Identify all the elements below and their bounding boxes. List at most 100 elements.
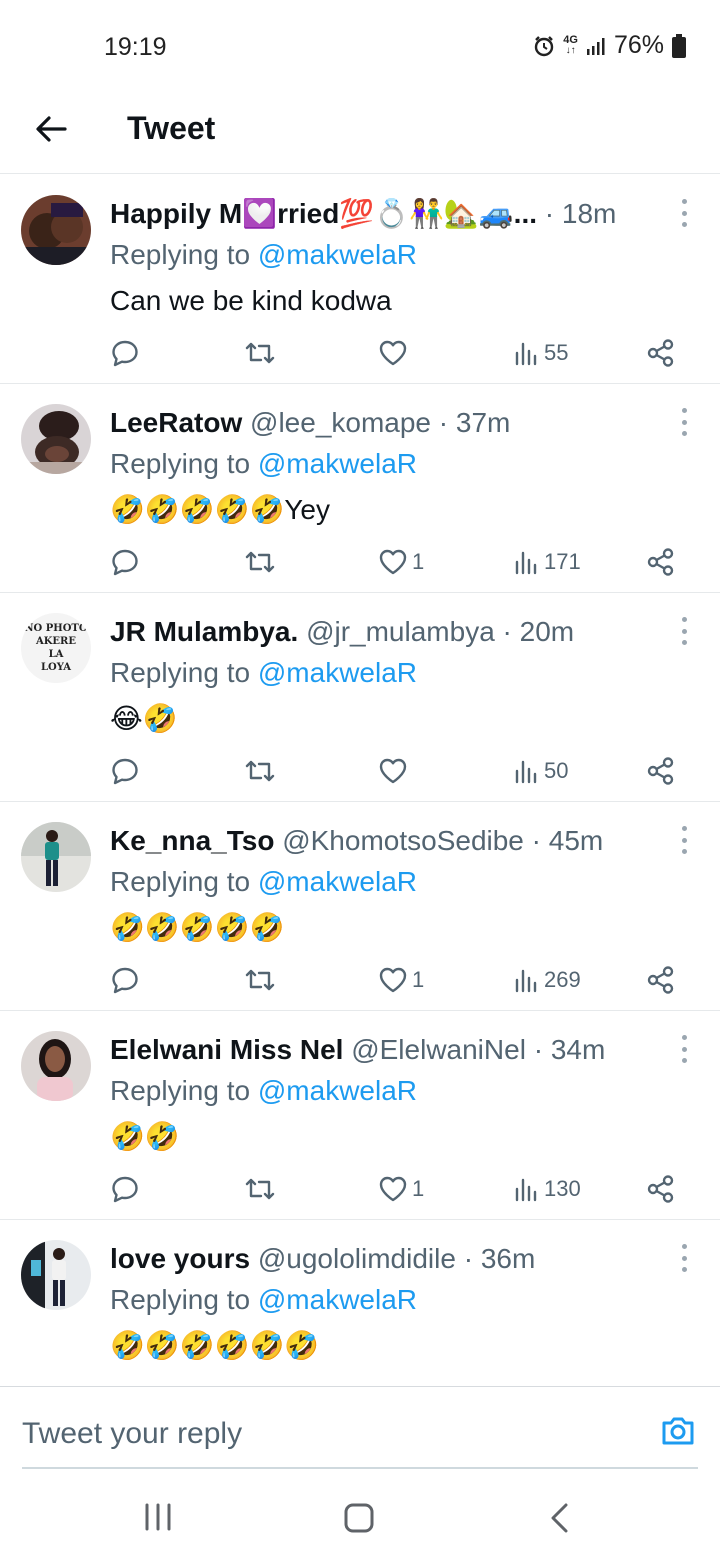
mention-link[interactable]: @makwelaR <box>258 1075 417 1106</box>
replying-to: Replying to @makwelaR <box>110 1280 660 1320</box>
tweet-item[interactable]: LeeRatow @lee_komape · 37m Replying to @… <box>0 384 720 593</box>
share-button[interactable] <box>646 335 676 371</box>
alarm-clock-icon <box>533 35 555 57</box>
display-name[interactable]: JR Mulambya. <box>110 616 298 647</box>
reply-button[interactable] <box>110 753 140 789</box>
heart-icon <box>379 1176 407 1202</box>
mention-link[interactable]: @makwelaR <box>258 866 417 897</box>
share-nodes-icon <box>647 548 674 576</box>
tweet-item[interactable]: NO PHOTO AKERE LA LOYA JR Mulambya. @jr_… <box>0 593 720 802</box>
avatar-text-line: AKERE <box>35 636 76 647</box>
views-button[interactable]: 50 <box>514 753 568 789</box>
avatar[interactable] <box>21 404 91 474</box>
reply-input[interactable]: Tweet your reply <box>22 1417 242 1451</box>
avatar[interactable] <box>21 1240 91 1310</box>
reply-button[interactable] <box>110 544 140 580</box>
separator-dot: · <box>525 1034 551 1065</box>
share-button[interactable] <box>646 962 676 998</box>
speech-bubble-icon <box>112 1176 138 1203</box>
tweet-content: Happily M💟rried💯💍👫🏡🚙... · 18m Replying t… <box>110 195 660 321</box>
replying-label: Replying to <box>110 1284 251 1315</box>
back-button[interactable] <box>30 108 72 150</box>
retweet-button[interactable] <box>244 544 276 580</box>
avatar[interactable] <box>21 822 91 892</box>
battery-percent: 76% <box>613 31 664 59</box>
tweet-item[interactable]: Elelwani Miss Nel @ElelwaniNel · 34m Rep… <box>0 1011 720 1220</box>
reply-button[interactable] <box>110 962 140 998</box>
chevron-left-icon <box>551 1503 568 1533</box>
avatar[interactable]: NO PHOTO AKERE LA LOYA <box>21 613 91 683</box>
like-button[interactable]: 1 <box>378 544 424 580</box>
vertical-dots-icon[interactable] <box>678 617 690 645</box>
vertical-dots-icon[interactable] <box>678 826 690 854</box>
reply-button[interactable] <box>110 1171 140 1207</box>
display-name[interactable]: Happily M💟rried💯💍👫🏡🚙... <box>110 198 537 229</box>
user-handle[interactable]: @lee_komape <box>250 407 431 438</box>
vertical-dots-icon[interactable] <box>678 1244 690 1272</box>
retweet-button[interactable] <box>244 335 276 371</box>
replying-to: Replying to @makwelaR <box>110 235 660 275</box>
mention-link[interactable]: @makwelaR <box>258 657 417 688</box>
mention-link[interactable]: @makwelaR <box>258 1284 417 1315</box>
tweet-text: 🤣🤣🤣🤣🤣 <box>110 912 285 943</box>
display-name[interactable]: love yours <box>110 1243 250 1274</box>
tweet-actions: 1 269 <box>110 962 690 998</box>
like-count: 1 <box>412 1176 425 1201</box>
retweet-button[interactable] <box>244 1171 276 1207</box>
like-count: 1 <box>412 967 425 992</box>
retweet-button[interactable] <box>244 962 276 998</box>
vertical-dots-icon[interactable] <box>678 199 690 227</box>
tweet-item[interactable]: Ke_nna_Tso @KhomotsoSedibe · 45m Replyin… <box>0 802 720 1011</box>
mention-link[interactable]: @makwelaR <box>258 239 417 270</box>
tweet-content: love yours @ugololimdidile · 36m Replyin… <box>110 1240 660 1366</box>
display-name[interactable]: LeeRatow <box>110 407 242 438</box>
share-button[interactable] <box>646 1171 676 1207</box>
avatar-text-line: NO PHOTO <box>24 623 88 634</box>
speech-bubble-icon <box>112 549 138 576</box>
header: Tweet <box>0 92 720 174</box>
display-name[interactable]: Ke_nna_Tso <box>110 825 274 856</box>
avatar[interactable] <box>21 195 91 265</box>
user-handle[interactable]: @KhomotsoSedibe <box>282 825 524 856</box>
tweet-text: 😂🤣 <box>110 703 178 734</box>
share-button[interactable] <box>646 753 676 789</box>
avatar[interactable] <box>21 1031 91 1101</box>
vertical-dots-icon[interactable] <box>678 1035 690 1063</box>
status-indicators: 4G ↓↑ 76% <box>533 31 686 60</box>
system-back-button[interactable] <box>548 1502 572 1539</box>
like-button[interactable]: 1 <box>378 962 424 998</box>
tweet-header: love yours @ugololimdidile · 36m <box>110 1240 660 1278</box>
user-handle[interactable]: @ugololimdidile <box>258 1243 456 1274</box>
vertical-dots-icon[interactable] <box>678 408 690 436</box>
display-name[interactable]: Elelwani Miss Nel <box>110 1034 343 1065</box>
tweet-header: LeeRatow @lee_komape · 37m <box>110 404 660 442</box>
share-nodes-icon <box>647 339 674 367</box>
mention-link[interactable]: @makwelaR <box>258 448 417 479</box>
reply-button[interactable] <box>110 335 140 371</box>
views-button[interactable]: 269 <box>514 962 581 998</box>
home-button[interactable] <box>343 1502 375 1539</box>
camera-button[interactable] <box>660 1415 696 1452</box>
views-button[interactable]: 55 <box>514 335 568 371</box>
like-button[interactable] <box>378 335 412 371</box>
recent-apps-icon <box>145 1503 171 1531</box>
tweet-item[interactable]: Happily M💟rried💯💍👫🏡🚙... · 18m Replying t… <box>0 175 720 384</box>
share-button[interactable] <box>646 544 676 580</box>
recent-apps-button[interactable] <box>144 1502 172 1537</box>
replying-label: Replying to <box>110 866 251 897</box>
like-count: 1 <box>412 549 425 574</box>
retweet-button[interactable] <box>244 753 276 789</box>
tweet-actions: 55 <box>110 335 690 371</box>
user-handle[interactable]: @ElelwaniNel <box>351 1034 526 1065</box>
like-button[interactable]: 1 <box>378 1171 424 1207</box>
heart-icon <box>379 340 407 366</box>
tweet-header: Elelwani Miss Nel @ElelwaniNel · 34m <box>110 1031 660 1069</box>
like-button[interactable] <box>378 753 412 789</box>
tweet-item[interactable]: love yours @ugololimdidile · 36m Replyin… <box>0 1220 720 1386</box>
views-button[interactable]: 130 <box>514 1171 581 1207</box>
replying-to: Replying to @makwelaR <box>110 444 660 484</box>
user-handle[interactable]: @jr_mulambya <box>306 616 495 647</box>
status-time: 19:19 <box>104 33 167 61</box>
separator-dot: · <box>431 407 456 438</box>
views-button[interactable]: 171 <box>514 544 581 580</box>
